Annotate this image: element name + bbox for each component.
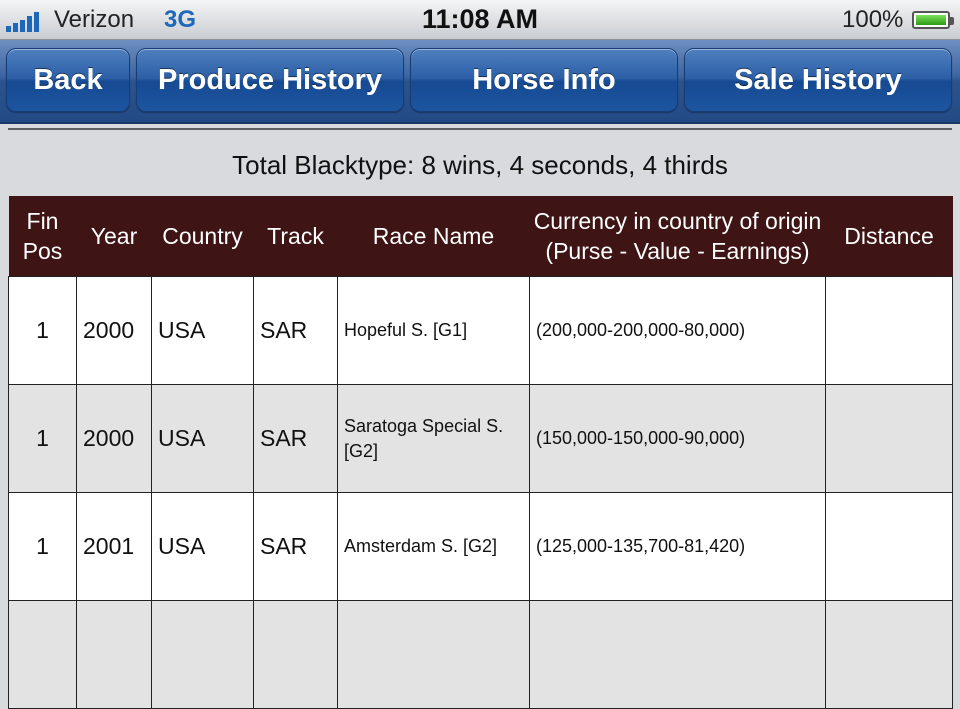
cell-race-name: Saratoga Special S. [G2] (337, 384, 530, 493)
header-track: Track (253, 196, 338, 277)
header-year: Year (76, 196, 152, 277)
carrier-name: Verizon (54, 6, 135, 33)
cell-fin-pos (8, 600, 77, 709)
cell-distance (825, 384, 953, 493)
header-currency: Currency in country of origin (Purse - Va… (529, 196, 826, 277)
signal-strength-icon (6, 12, 39, 32)
cell-distance (825, 492, 953, 601)
table-row[interactable]: 1 2000 USA SAR Saratoga Special S. [G2] … (8, 384, 953, 493)
battery-icon (912, 11, 954, 29)
divider (8, 128, 952, 130)
back-button[interactable]: Back (6, 48, 130, 112)
status-bar: Verizon 3G 11:08 AM 100% (0, 0, 960, 40)
header-fin-pos: Fin Pos (8, 196, 77, 277)
header-distance: Distance (825, 196, 953, 277)
cell-year: 2001 (76, 492, 152, 601)
cell-country (151, 600, 254, 709)
cell-country: USA (151, 384, 254, 493)
cell-race-name (337, 600, 530, 709)
cell-year: 2000 (76, 276, 152, 385)
battery-percentage: 100% (842, 6, 904, 33)
cell-currency: (125,000-135,700-81,420) (529, 492, 826, 601)
cell-year: 2000 (76, 384, 152, 493)
header-country: Country (151, 196, 254, 277)
status-time: 11:08 AM (421, 4, 539, 34)
cell-distance (825, 600, 953, 709)
cell-currency (529, 600, 826, 709)
cell-track (253, 600, 338, 709)
cell-year (76, 600, 152, 709)
network-type: 3G (164, 6, 197, 33)
blacktype-summary: Total Blacktype: 8 wins, 4 seconds, 4 th… (232, 150, 728, 180)
cell-currency: (200,000-200,000-80,000) (529, 276, 826, 385)
cell-race-name: Amsterdam S. [G2] (337, 492, 530, 601)
cell-distance (825, 276, 953, 385)
cell-country: USA (151, 492, 254, 601)
table-header-row: Fin Pos Year Country Track Race Name Curr… (8, 196, 953, 277)
header-race-name: Race Name (337, 196, 530, 277)
table-row[interactable]: 1 2001 USA SAR Amsterdam S. [G2] (125,00… (8, 492, 953, 601)
sale-history-button[interactable]: Sale History (684, 48, 952, 112)
cell-currency: (150,000-150,000-90,000) (529, 384, 826, 493)
cell-race-name: Hopeful S. [G1] (337, 276, 530, 385)
table-row[interactable]: 1 2000 USA SAR Hopeful S. [G1] (200,000-… (8, 276, 953, 385)
cell-track: SAR (253, 276, 338, 385)
cell-track: SAR (253, 492, 338, 601)
cell-track: SAR (253, 384, 338, 493)
cell-fin-pos: 1 (8, 276, 77, 385)
cell-fin-pos: 1 (8, 384, 77, 493)
race-record-table: Fin Pos Year Country Track Race Name Curr… (8, 196, 953, 709)
horse-info-button[interactable]: Horse Info (410, 48, 678, 112)
cell-fin-pos: 1 (8, 492, 77, 601)
navigation-bar: Back Produce History Horse Info Sale His… (0, 40, 960, 124)
cell-country: USA (151, 276, 254, 385)
produce-history-button[interactable]: Produce History (136, 48, 404, 112)
table-row[interactable] (8, 600, 953, 709)
